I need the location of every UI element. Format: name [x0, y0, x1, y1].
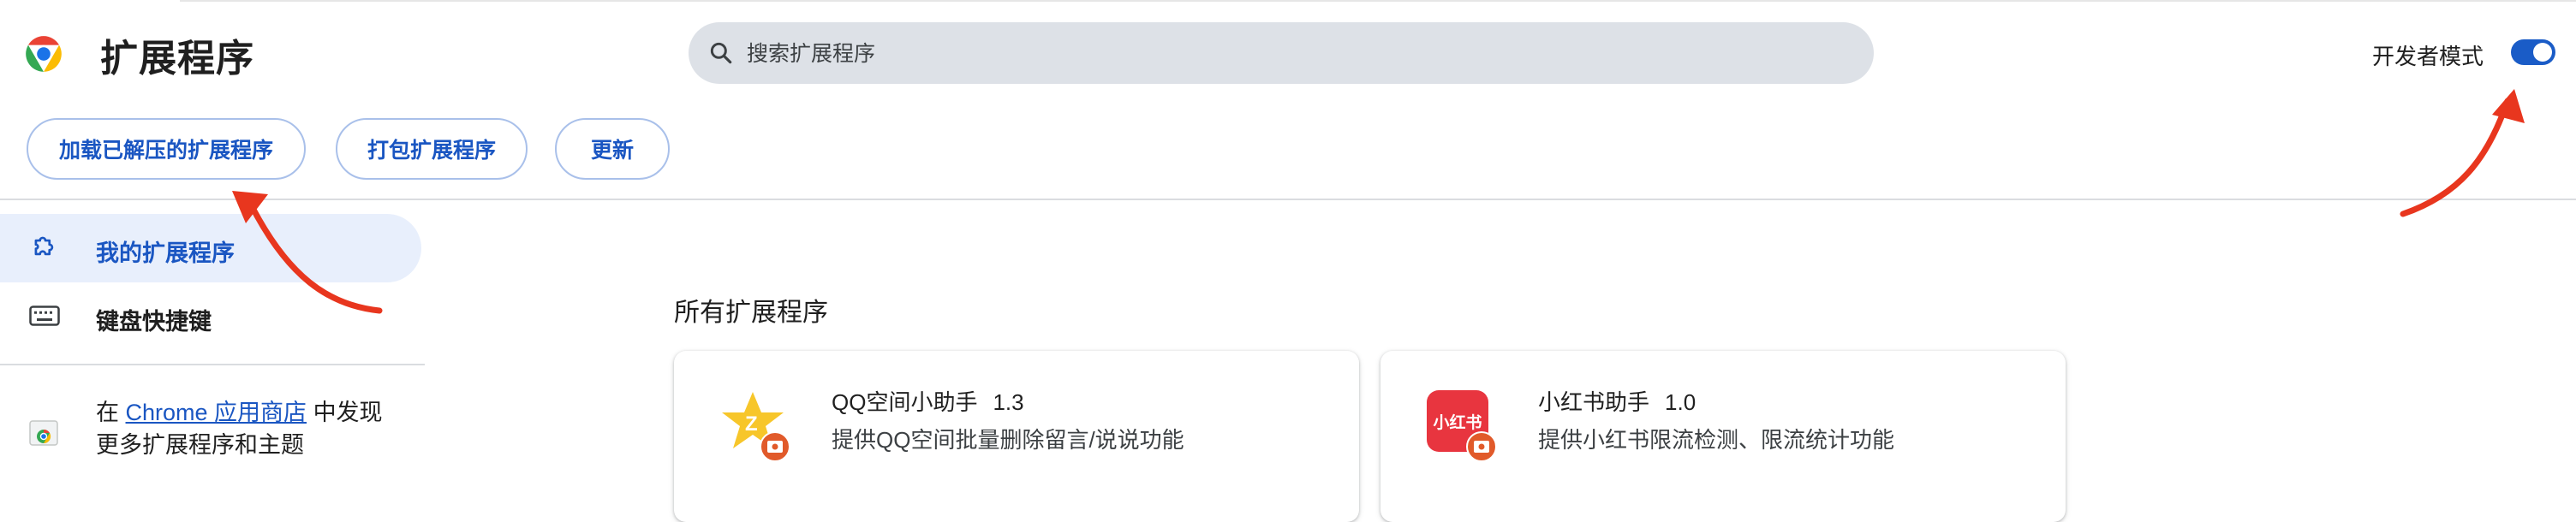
annotation-arrow-icon [2400, 89, 2525, 217]
chrome-web-store-icon [29, 420, 58, 446]
promo-suffix: 中发现 [313, 400, 383, 425]
promo-prefix: 在 [96, 400, 119, 425]
extension-title: 小红书助手 [1538, 389, 1650, 415]
developer-mode-label: 开发者模式 [2372, 44, 2484, 69]
search-input[interactable] [745, 22, 1853, 86]
annotation-arrow-icon [232, 191, 383, 314]
page-title: 扩展程序 [100, 38, 254, 80]
chrome-logo-icon [26, 36, 62, 72]
load-unpacked-button[interactable]: 加载已解压的扩展程序 [27, 118, 306, 180]
sidebar-item-label[interactable]: 我的扩展程序 [96, 234, 235, 268]
extension-version: 1.0 [1665, 389, 1696, 415]
svg-text:小红书: 小红书 [1433, 412, 1482, 432]
toggle-knob [2533, 43, 2552, 62]
developer-mode-toggle[interactable] [2511, 39, 2555, 65]
xiaohongshu-icon: 小红书 [1427, 390, 1497, 462]
extension-name: QQ空间小助手 1.3 [832, 385, 1024, 417]
pack-extension-button[interactable]: 打包扩展程序 [336, 118, 528, 180]
extension-version: 1.3 [993, 389, 1024, 415]
search-icon[interactable] [707, 39, 735, 67]
extension-title: QQ空间小助手 [832, 389, 978, 415]
svg-text:Z: Z [745, 412, 758, 436]
update-button[interactable]: 更新 [555, 118, 670, 180]
section-title: 所有扩展程序 [674, 299, 828, 327]
puzzle-piece-icon [34, 236, 54, 256]
extension-description: 提供QQ空间批量删除留言/说说功能 [832, 427, 1184, 453]
extension-name: 小红书助手 1.0 [1538, 385, 1696, 417]
promo-line2: 更多扩展程序和主题 [96, 432, 304, 458]
web-store-promo: 在 Chrome 应用商店 中发现 更多扩展程序和主题 [96, 396, 383, 461]
sidebar-divider [0, 364, 425, 365]
extension-card[interactable]: 小红书 小红书助手 1.0 提供小红书限流检测、限流统计功能 [1380, 351, 2066, 522]
keyboard-icon [29, 305, 60, 326]
qq-zone-icon: Z [722, 392, 790, 462]
sidebar-item-keyboard-shortcuts[interactable]: 键盘快捷键 [96, 303, 212, 336]
top-edge-line [180, 0, 2576, 2]
chrome-web-store-link[interactable]: Chrome 应用商店 [126, 400, 307, 425]
search-bar[interactable] [689, 22, 1874, 86]
extension-card[interactable]: Z QQ空间小助手 1.3 提供QQ空间批量删除留言/说说功能 [674, 351, 1359, 522]
extension-description: 提供小红书限流检测、限流统计功能 [1538, 427, 1895, 453]
